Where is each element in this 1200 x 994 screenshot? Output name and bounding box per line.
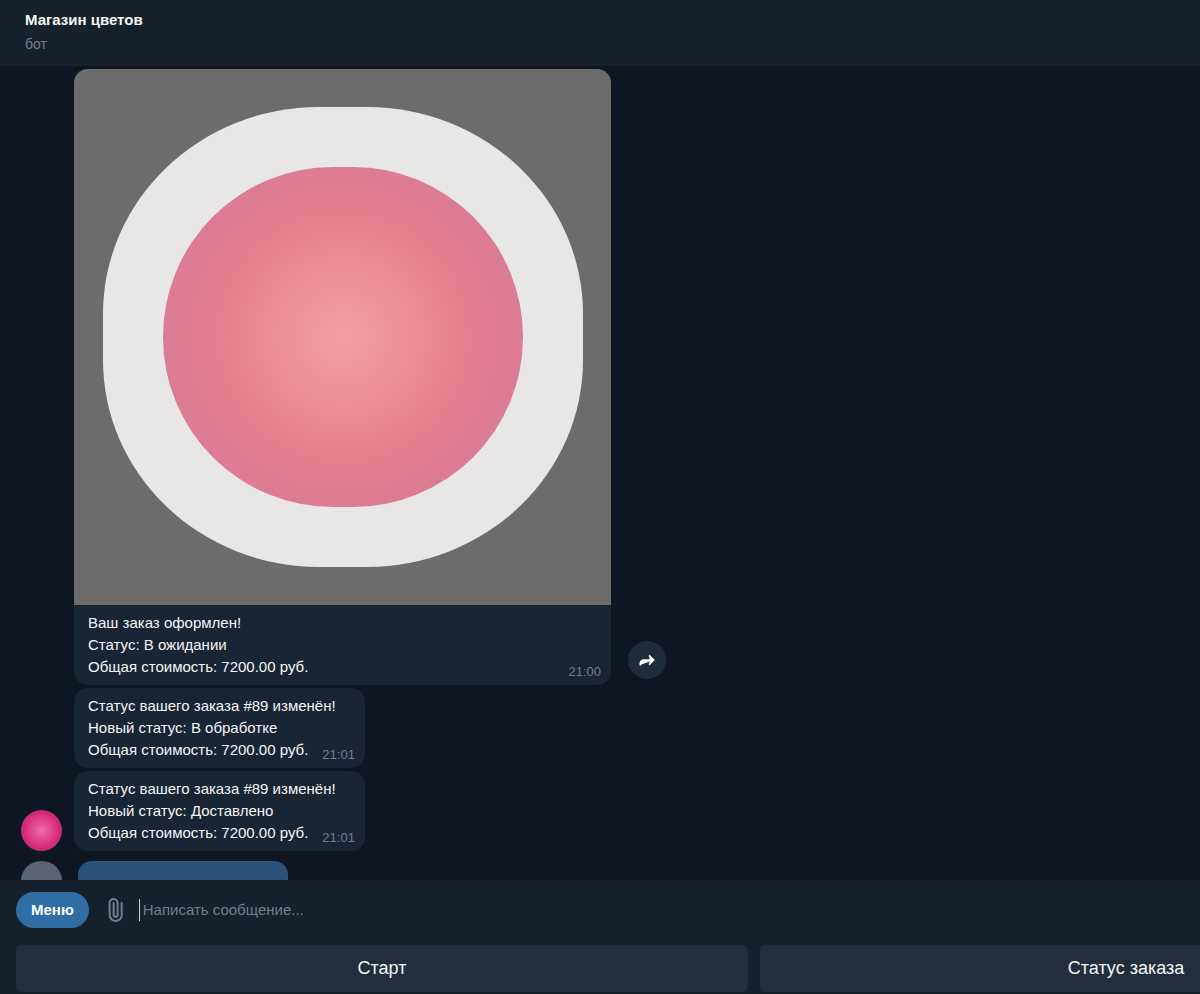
message-row: Ваш заказ оформлен!Статус: В ожиданииОбщ…: [0, 69, 1200, 685]
message-list: Ваш заказ оформлен!Статус: В ожиданииОбщ…: [0, 66, 1200, 880]
bouquet-photo[interactable]: [74, 69, 611, 605]
chat-subtitle: бот: [25, 34, 1175, 54]
message-row: [0, 861, 1200, 880]
telegram-window: Магазин цветов бот Ваш заказ оформлен!Стат…: [0, 0, 1200, 994]
bot-avatar-icon[interactable]: [21, 810, 62, 851]
forward-button[interactable]: [628, 641, 666, 679]
chat-title: Магазин цветов: [25, 10, 1175, 30]
bot-keyboard: Старт Статус заказа: [0, 940, 1200, 994]
attach-icon[interactable]: [98, 893, 132, 927]
keyboard-button[interactable]: Старт: [16, 945, 748, 992]
user-avatar-icon[interactable]: [21, 861, 62, 880]
message-time: 21:01: [322, 746, 355, 764]
chat-header[interactable]: Магазин цветов бот: [0, 0, 1200, 66]
photo-message: Ваш заказ оформлен!Статус: В ожиданииОбщ…: [74, 69, 611, 685]
outgoing-message: [78, 861, 288, 880]
text-message: Статус вашего заказа #89 изменён!Новый с…: [74, 688, 365, 768]
text-message: Статус вашего заказа #89 изменён!Новый с…: [74, 771, 365, 851]
message-text: Статус вашего заказа #89 изменён!Новый с…: [74, 771, 365, 851]
message-row: Статус вашего заказа #89 изменён!Новый с…: [0, 688, 1200, 768]
message-text: Ваш заказ оформлен!Статус: В ожиданииОбщ…: [74, 605, 611, 685]
message-input[interactable]: [139, 899, 1200, 922]
input-bar: Меню: [0, 880, 1200, 940]
forward-icon: [637, 650, 657, 670]
message-text: Статус вашего заказа #89 изменён!Новый с…: [74, 688, 365, 768]
keyboard-button[interactable]: Статус заказа: [760, 945, 1200, 992]
message-time: 21:00: [568, 663, 601, 681]
menu-button[interactable]: Меню: [16, 892, 89, 928]
message-time: 21:01: [322, 829, 355, 847]
message-row: Статус вашего заказа #89 изменён!Новый с…: [0, 771, 1200, 851]
